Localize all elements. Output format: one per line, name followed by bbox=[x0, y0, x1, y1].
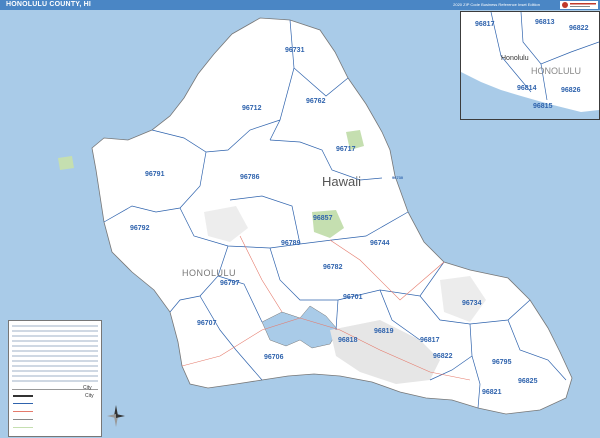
zip-label[interactable]: 96744 bbox=[370, 240, 390, 247]
legend-row bbox=[12, 350, 98, 352]
inset-map[interactable]: Honolulu HONOLULU 96817 96813 96822 9681… bbox=[460, 11, 600, 120]
zip-label[interactable]: 96792 bbox=[130, 225, 150, 232]
legend-symbol-boundary bbox=[13, 419, 33, 420]
legend-row bbox=[12, 375, 98, 377]
inset-zip-label[interactable]: 96813 bbox=[535, 19, 555, 26]
zip-label[interactable]: 96782 bbox=[323, 264, 343, 271]
inset-county-label: HONOLULU bbox=[531, 66, 581, 76]
legend-symbol-line bbox=[13, 395, 33, 397]
zip-label[interactable]: 96762 bbox=[306, 98, 326, 105]
inset-zip-label[interactable]: 96826 bbox=[561, 87, 581, 94]
inset-zip-label[interactable]: 96817 bbox=[475, 21, 495, 28]
compass-rose-icon bbox=[106, 404, 126, 428]
inset-zip-label[interactable]: 96814 bbox=[517, 85, 537, 92]
legend-row bbox=[12, 355, 98, 357]
zip-label[interactable]: 96717 bbox=[336, 146, 356, 153]
zip-label[interactable]: 96706 bbox=[264, 354, 284, 361]
zip-label[interactable]: 96789 bbox=[281, 240, 301, 247]
legend-row bbox=[12, 360, 98, 362]
legend-row bbox=[12, 340, 98, 342]
legend-city-label: City bbox=[83, 385, 92, 391]
legend-symbol-zip bbox=[13, 403, 33, 404]
zip-label[interactable]: 96822 bbox=[433, 353, 453, 360]
inset-city-label: Honolulu bbox=[501, 55, 529, 62]
legend-row bbox=[12, 380, 98, 382]
zip-label[interactable]: 96701 bbox=[343, 294, 363, 301]
zip-label[interactable]: 96791 bbox=[145, 171, 165, 178]
inset-zip-label[interactable]: 96822 bbox=[569, 25, 589, 32]
zip-label[interactable]: 96857 bbox=[313, 215, 333, 222]
legend-city-label-2: City bbox=[85, 393, 94, 399]
zip-label[interactable]: 96712 bbox=[242, 105, 262, 112]
zip-label[interactable]: 96818 bbox=[338, 337, 358, 344]
legend-symbol-road bbox=[13, 411, 33, 412]
legend-row bbox=[12, 370, 98, 372]
legend-symbol-park bbox=[13, 427, 33, 428]
inset-zip-label[interactable]: 96815 bbox=[533, 103, 553, 110]
zip-label[interactable]: 96819 bbox=[374, 328, 394, 335]
place-label-honolulu: HONOLULU bbox=[182, 268, 236, 278]
legend-row bbox=[12, 330, 98, 332]
legend-panel: City City bbox=[8, 320, 102, 437]
zip-label[interactable]: 96730 bbox=[392, 175, 404, 180]
legend-row bbox=[12, 345, 98, 347]
zip-label[interactable]: 96731 bbox=[285, 47, 305, 54]
zip-label[interactable]: 96786 bbox=[240, 174, 260, 181]
legend-row bbox=[12, 325, 98, 327]
zip-label[interactable]: 96817 bbox=[420, 337, 440, 344]
zip-label[interactable]: 96821 bbox=[482, 389, 502, 396]
legend-row bbox=[12, 335, 98, 337]
zip-label[interactable]: 96707 bbox=[197, 320, 217, 327]
forest-patch-3 bbox=[58, 156, 74, 170]
zip-label[interactable]: 96734 bbox=[462, 300, 482, 307]
legend-row bbox=[12, 365, 98, 367]
zip-label[interactable]: 96797 bbox=[220, 280, 240, 287]
place-label-hawaii: Hawaii bbox=[322, 174, 361, 189]
map-frame: HONOLULU COUNTY, HI 2020 ZIP Code Busine… bbox=[0, 0, 600, 438]
zip-label[interactable]: 96795 bbox=[492, 359, 512, 366]
zip-label[interactable]: 96825 bbox=[518, 378, 538, 385]
